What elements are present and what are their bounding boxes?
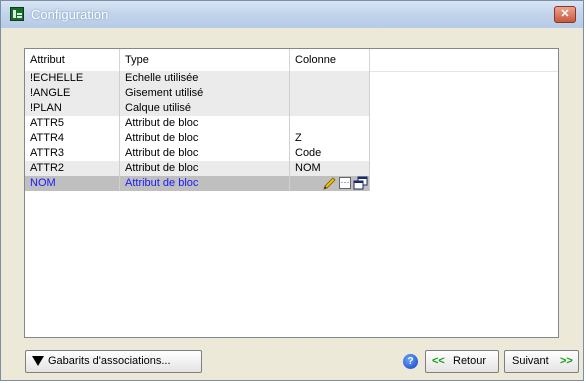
suivant-button[interactable]: Suivant >> (504, 350, 579, 373)
cell-attribut: ATTR4 (25, 131, 120, 146)
table-row[interactable]: ATTR5 Attribut de bloc (25, 116, 370, 131)
cell-type: Attribut de bloc (120, 146, 290, 161)
cell-attribut: !ANGLE (25, 86, 120, 101)
table-header: Attribut Type Colonne (25, 49, 558, 72)
attribute-table[interactable]: Attribut Type Colonne !ECHELLE Echelle u… (24, 48, 559, 338)
column-header-attribut[interactable]: Attribut (25, 49, 120, 71)
cell-colonne[interactable]: NOM (290, 161, 370, 176)
back-arrow-icon: << (432, 355, 445, 367)
table-row[interactable]: !PLAN Calque utilisé (25, 101, 370, 116)
cell-type: Calque utilisé (120, 101, 290, 116)
suivant-label: Suivant (512, 355, 549, 367)
cell-type: Attribut de bloc (120, 131, 290, 146)
cell-type: Attribut de bloc (120, 176, 290, 191)
column-header-type[interactable]: Type (120, 49, 290, 71)
table-row-selected[interactable]: NOM Attribut de bloc ··· (25, 176, 370, 191)
cell-attribut: ATTR2 (25, 161, 120, 176)
cell-type: Gisement utilisé (120, 86, 290, 101)
gabarits-associations-button[interactable]: Gabarits d'associations... (25, 350, 202, 373)
cell-attribut: ATTR5 (25, 116, 120, 131)
cell-attribut: NOM (25, 176, 120, 191)
cell-type: Attribut de bloc (120, 161, 290, 176)
row-action-icons: ··· (314, 176, 370, 191)
cell-colonne[interactable] (290, 116, 370, 131)
cell-type: Attribut de bloc (120, 116, 290, 131)
next-arrow-icon: >> (560, 355, 573, 367)
retour-button[interactable]: << Retour (425, 350, 499, 373)
gabarits-label: Gabarits d'associations... (48, 355, 171, 367)
table-row[interactable]: !ECHELLE Echelle utilisée (25, 71, 370, 86)
configuration-window: Configuration ✕ Attribut Type Colonne !E… (0, 0, 584, 381)
ellipsis-icon[interactable]: ··· (339, 177, 351, 189)
title-bar[interactable]: Configuration ✕ (1, 1, 583, 28)
cell-colonne[interactable]: Code (290, 146, 370, 161)
cell-colonne[interactable]: Z (290, 131, 370, 146)
copy-windows-icon[interactable] (353, 176, 368, 191)
cell-colonne[interactable] (290, 86, 370, 101)
window-title: Configuration (31, 7, 109, 22)
cell-attribut: !PLAN (25, 101, 120, 116)
cell-type: Echelle utilisée (120, 71, 290, 86)
table-row[interactable]: ATTR2 Attribut de bloc NOM (25, 161, 370, 176)
app-icon (10, 7, 24, 21)
cell-attribut: ATTR3 (25, 146, 120, 161)
retour-label: Retour (453, 355, 487, 367)
pencil-icon[interactable] (322, 176, 337, 191)
table-row[interactable]: !ANGLE Gisement utilisé (25, 86, 370, 101)
triangle-down-icon (32, 356, 44, 366)
close-button[interactable]: ✕ (554, 6, 576, 23)
table-row[interactable]: ATTR4 Attribut de bloc Z (25, 131, 370, 146)
table-row[interactable]: ATTR3 Attribut de bloc Code (25, 146, 370, 161)
column-header-colonne[interactable]: Colonne (290, 49, 370, 71)
cell-attribut: !ECHELLE (25, 71, 120, 86)
help-icon[interactable]: ? (403, 354, 418, 369)
cell-colonne[interactable] (290, 71, 370, 86)
cell-colonne[interactable] (290, 101, 370, 116)
